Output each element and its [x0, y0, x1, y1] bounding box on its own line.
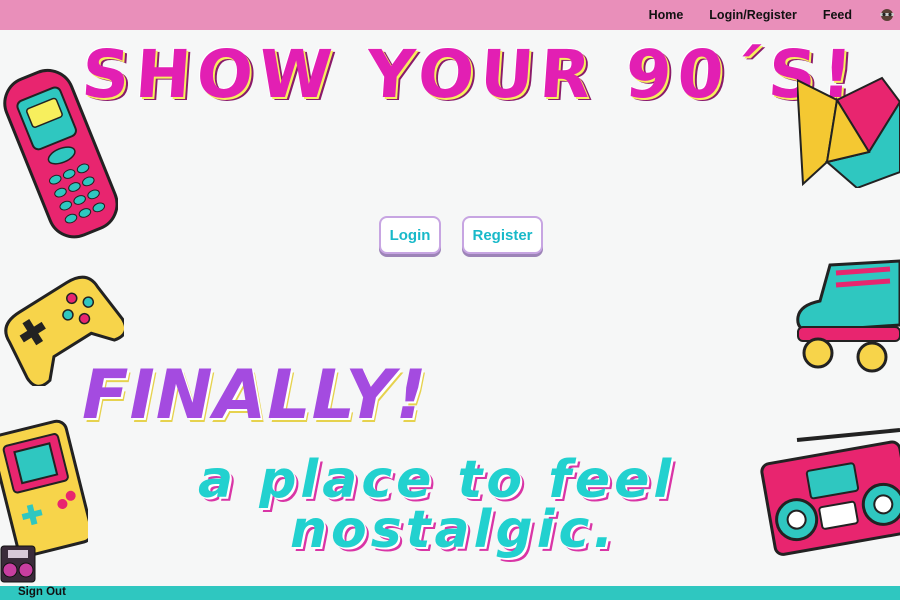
roller-skate-icon [796, 259, 900, 373]
boombox-icon [760, 428, 900, 556]
gamepad-icon [4, 275, 124, 386]
small-boombox-icon [0, 545, 36, 583]
register-button[interactable]: Register [462, 216, 543, 254]
fortune-teller-icon [797, 76, 900, 188]
nav-login-register-link[interactable]: Login/Register [709, 8, 797, 22]
login-button[interactable]: Login [379, 216, 441, 254]
sign-out-link[interactable]: Sign Out [18, 586, 66, 598]
nav-feed-link[interactable]: Feed [823, 8, 852, 22]
main-nav: Home Login/Register Feed [649, 0, 900, 30]
phone-icon [3, 68, 118, 239]
page-title: SHOW YOUR 90´S! [79, 36, 861, 113]
gameboy-icon [0, 419, 88, 558]
bottom-bar [0, 586, 900, 600]
nav-home-link[interactable]: Home [649, 8, 684, 22]
top-nav-bar: Home Login/Register Feed [0, 0, 900, 30]
profile-avatar-icon [880, 9, 894, 21]
nav-profile-link[interactable] [878, 8, 900, 22]
finally-heading: FINALLY! [82, 356, 428, 435]
tagline-line-2: nostalgic. [290, 500, 618, 560]
